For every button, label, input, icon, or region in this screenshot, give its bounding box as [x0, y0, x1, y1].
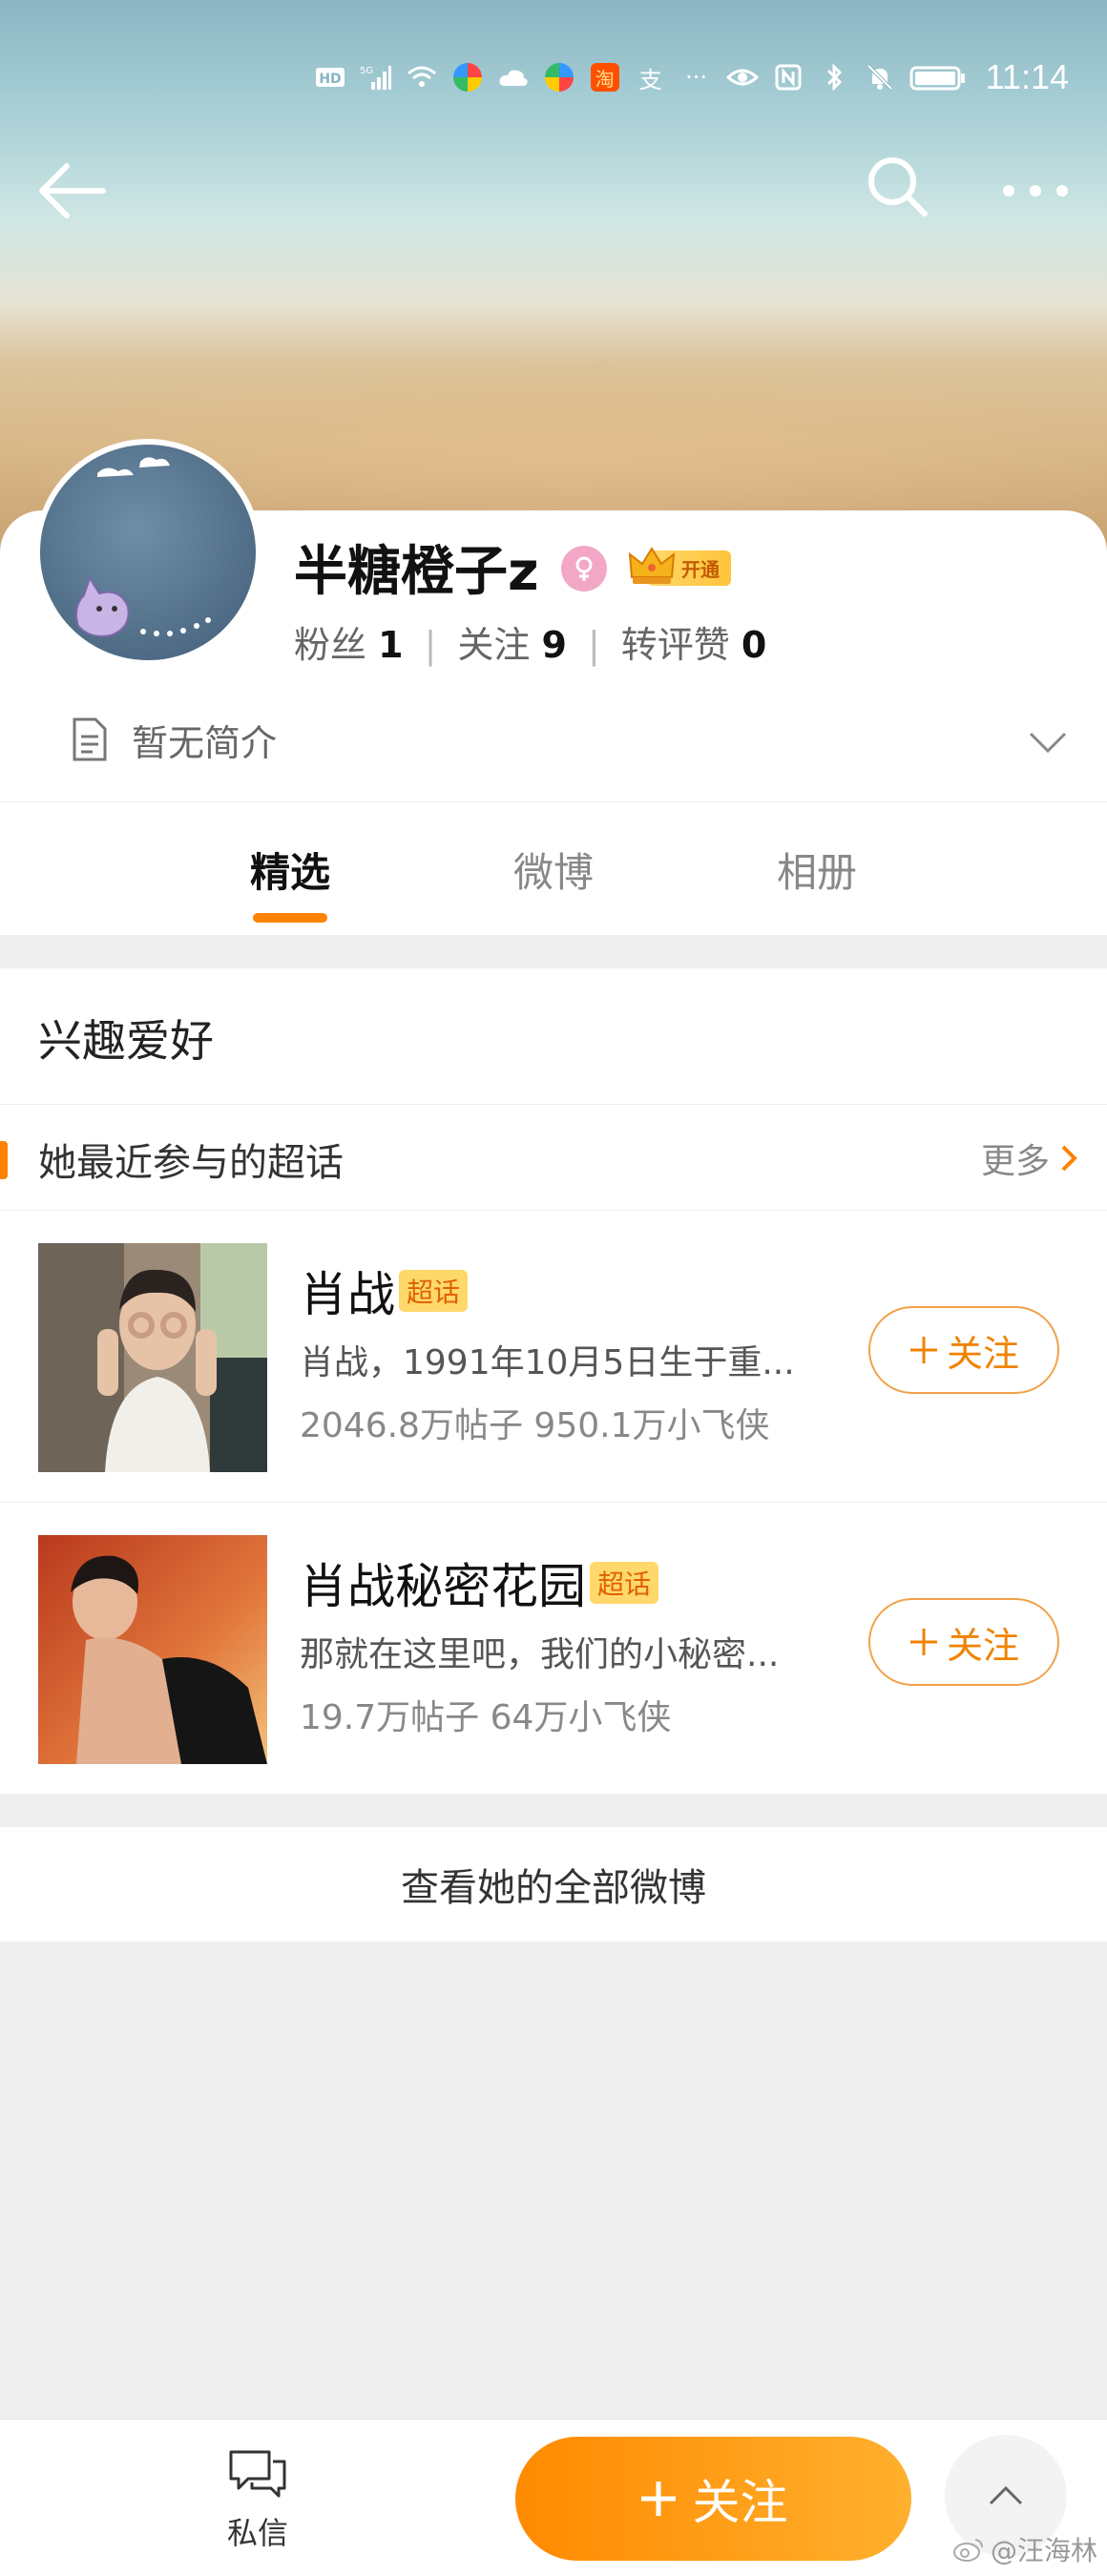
clock-time: 11:14	[985, 57, 1069, 96]
profile-tabs: 精选 微博 相册	[0, 801, 1107, 935]
weibo-logo-icon	[952, 2539, 983, 2562]
chevron-right-icon	[1061, 1145, 1077, 1172]
follow-topic-button[interactable]: 关注	[868, 1598, 1059, 1686]
hd-icon: HD	[314, 63, 346, 92]
topic-thumbnail	[38, 1535, 267, 1764]
topic-name: 肖战 超话	[300, 1257, 469, 1325]
female-gender-icon	[561, 546, 607, 592]
chevron-up-icon	[989, 2485, 1023, 2505]
more-options-icon[interactable]	[997, 167, 1074, 215]
super-topic-badge: 超话	[399, 1270, 469, 1312]
eye-icon	[725, 63, 759, 92]
topic-name: 肖战秘密花园 超话	[300, 1548, 659, 1617]
profile-stats: 粉丝 1 | 关注 9 | 转评赞 0	[294, 616, 766, 674]
back-arrow-icon[interactable]	[36, 157, 109, 224]
follow-topic-button[interactable]: 关注	[868, 1306, 1059, 1394]
app-icon	[543, 63, 575, 92]
svg-text:5G: 5G	[360, 66, 373, 76]
cloud-icon	[497, 63, 530, 92]
more-link[interactable]: 更多	[981, 1133, 1078, 1183]
bluetooth-icon	[818, 63, 850, 92]
view-all-posts-link[interactable]: 查看她的全部微博	[0, 1827, 1107, 1942]
stat-following[interactable]: 关注 9	[457, 616, 567, 674]
stat-followers[interactable]: 粉丝 1	[294, 616, 404, 674]
bio-text: 暂无简介	[132, 721, 278, 764]
accent-bar	[0, 1141, 8, 1179]
super-topic-badge: 超话	[590, 1562, 659, 1604]
tab-featured[interactable]: 精选	[250, 841, 330, 899]
plus-icon	[909, 1629, 937, 1655]
profile-name: 半糖橙子z	[294, 541, 539, 603]
app-icon	[451, 63, 484, 92]
topic-description: 肖战，1991年10月5日生于重...	[300, 1343, 795, 1382]
active-tab-indicator	[253, 913, 327, 923]
alipay-icon: 支	[638, 66, 662, 93]
topic-thumbnail	[38, 1243, 267, 1472]
topic-row[interactable]: 肖战秘密花园 超话 那就在这里吧，我们的小秘密... 19.7万帖子 64万小飞…	[0, 1503, 1107, 1795]
taobao-icon: 淘	[589, 63, 621, 92]
watermark: @汪海林	[952, 2530, 1097, 2568]
follow-user-button[interactable]: 关注	[515, 2437, 911, 2561]
battery-icon	[909, 63, 967, 92]
topic-stats: 19.7万帖子 64万小飞侠	[300, 1698, 672, 1737]
topic-stats: 2046.8万帖子 950.1万小飞侠	[300, 1406, 770, 1445]
nfc-icon	[772, 63, 804, 92]
wifi-icon	[406, 63, 438, 92]
status-bar: HD 5G 淘 支 ··· 11:14	[314, 53, 1069, 101]
signal-5g-icon: 5G	[360, 63, 392, 92]
plus-icon	[640, 2482, 676, 2516]
chevron-down-icon[interactable]	[1027, 723, 1069, 754]
stat-likes[interactable]: 转评赞 0	[621, 616, 767, 674]
avatar[interactable]	[34, 439, 261, 666]
tab-album[interactable]: 相册	[777, 841, 857, 899]
vip-badge[interactable]: 开通	[628, 542, 731, 593]
mute-icon	[864, 63, 896, 92]
tab-weibo[interactable]: 微博	[513, 841, 594, 899]
document-icon	[67, 716, 111, 763]
interests-section: 兴趣爱好 她最近参与的超话 更多 肖战 超话 肖战，1991年10月5日生于重.…	[0, 968, 1107, 1794]
super-topics-title: 她最近参与的超话	[38, 1141, 344, 1185]
chat-icon	[229, 2450, 286, 2498]
super-topics-header: 她最近参与的超话 更多	[0, 1104, 1107, 1211]
svg-text:HD: HD	[319, 72, 341, 87]
section-title: 兴趣爱好	[38, 1015, 214, 1067]
more-dots-icon: ···	[685, 64, 708, 91]
topic-row[interactable]: 肖战 超话 肖战，1991年10月5日生于重... 2046.8万帖子 950.…	[0, 1211, 1107, 1503]
bio-row[interactable]: 暂无简介	[67, 706, 1069, 773]
crown-icon	[628, 545, 676, 591]
plus-icon	[909, 1337, 937, 1363]
search-icon[interactable]	[864, 153, 930, 219]
direct-message-button[interactable]: 私信	[196, 2448, 320, 2553]
bottom-action-bar: 私信 关注	[0, 2419, 1107, 2576]
topic-description: 那就在这里吧，我们的小秘密...	[300, 1635, 780, 1674]
